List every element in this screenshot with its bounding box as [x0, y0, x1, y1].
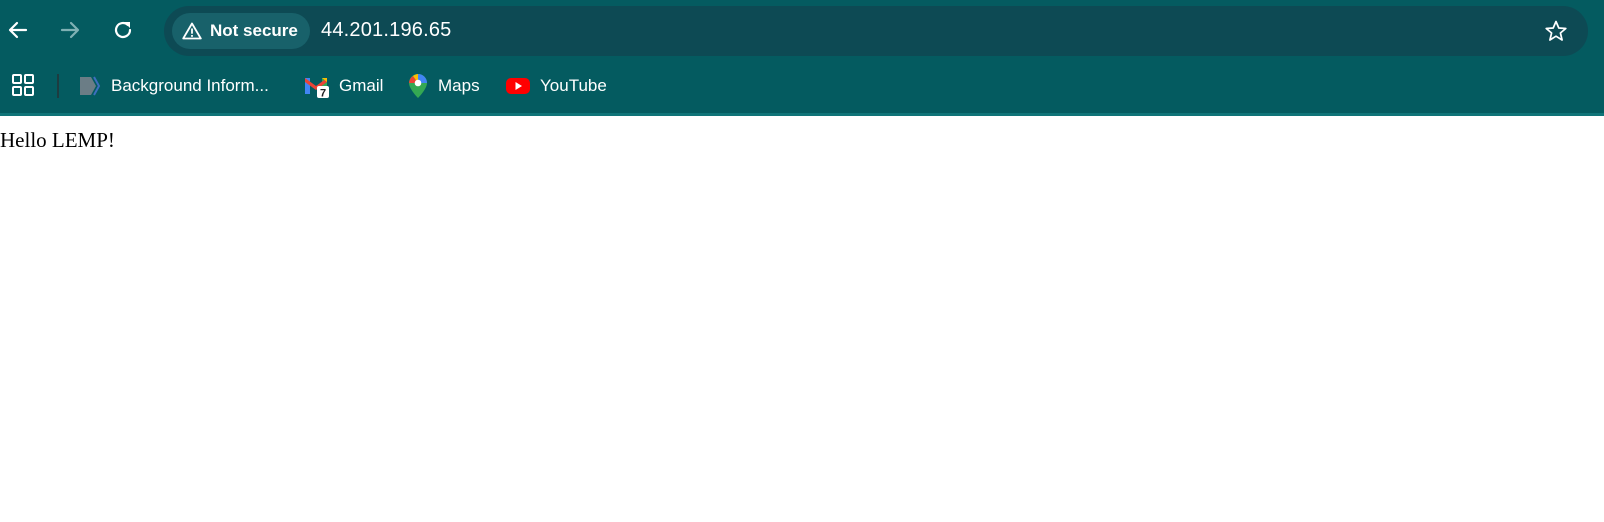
warning-triangle-icon	[182, 22, 202, 40]
apps-grid-icon	[12, 74, 34, 96]
reload-icon	[114, 21, 132, 39]
page-content: Hello LEMP!	[0, 116, 1604, 522]
reload-button[interactable]	[105, 12, 141, 48]
security-label: Not secure	[210, 21, 298, 40]
bookmark-youtube[interactable]: YouTube	[505, 70, 607, 102]
youtube-icon	[506, 78, 530, 94]
bookmark-background-information[interactable]: Background Inform...	[78, 70, 269, 102]
bookmark-star-button[interactable]	[1542, 17, 1570, 45]
bookmark-gmail[interactable]: 7 Gmail	[304, 70, 383, 102]
gmail-badge-count: 7	[320, 88, 326, 100]
bookmark-label: Maps	[438, 76, 480, 95]
security-chip[interactable]: Not secure	[172, 13, 310, 49]
url-text[interactable]: 44.201.196.65	[321, 19, 452, 42]
bookmark-maps[interactable]: Maps	[407, 70, 480, 102]
back-button[interactable]	[0, 12, 36, 48]
star-outline-icon	[1545, 20, 1567, 41]
arrow-right-icon	[60, 21, 80, 39]
gmail-icon: 7	[305, 78, 329, 100]
bookmark-label: YouTube	[540, 76, 607, 95]
arrow-left-icon	[8, 21, 28, 39]
bookmark-label: Background Inform...	[111, 76, 269, 95]
page-body-text: Hello LEMP!	[0, 128, 115, 152]
address-bar[interactable]: Not secure 44.201.196.65	[164, 6, 1588, 56]
browser-chrome: Not secure 44.201.196.65 Background Info…	[0, 0, 1604, 116]
bookmarks-separator	[57, 74, 59, 98]
forward-button[interactable]	[52, 12, 88, 48]
bookmarks-bar: Background Inform... 7 Gmail Maps YouTub…	[0, 66, 1604, 106]
bookmark-label: Gmail	[339, 76, 384, 95]
bookmark-favicon	[80, 76, 101, 96]
maps-pin-icon	[409, 74, 427, 98]
apps-button[interactable]	[10, 72, 36, 98]
